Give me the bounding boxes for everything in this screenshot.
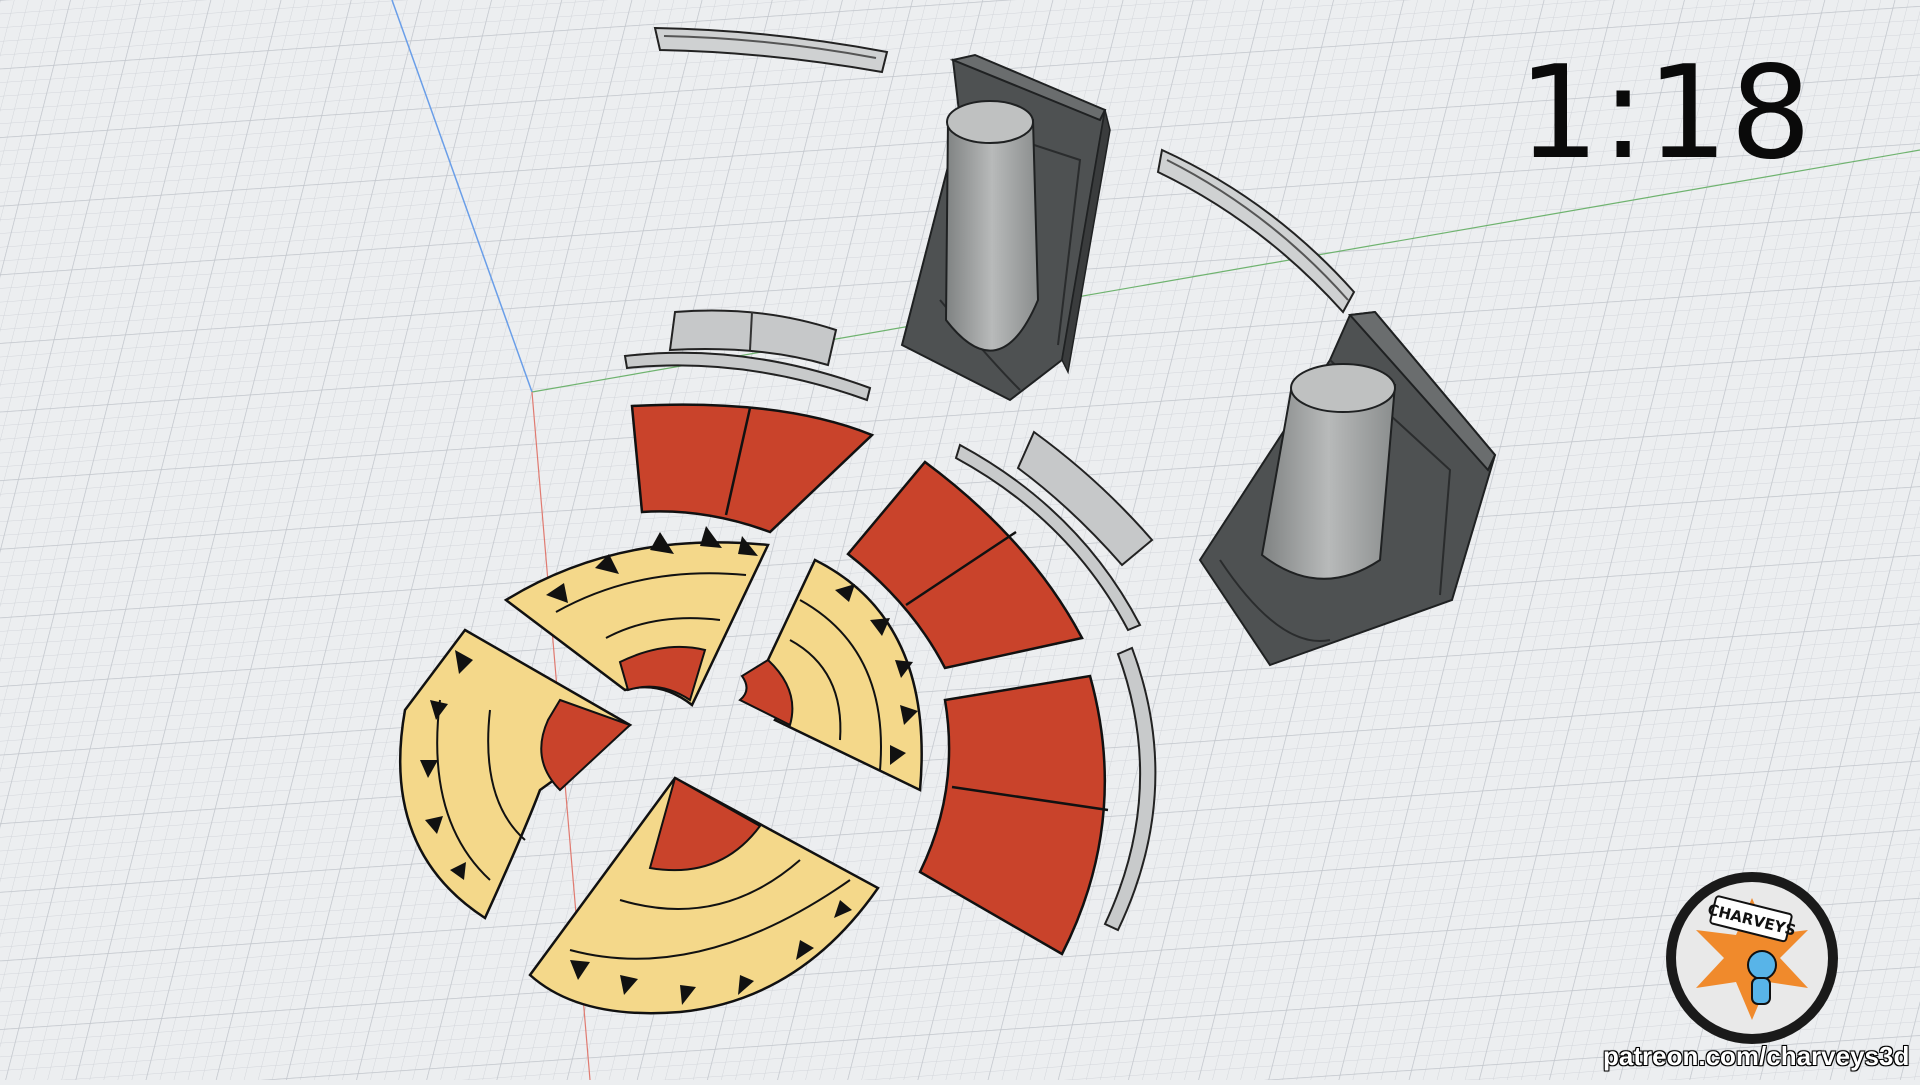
scale-label: 1:18: [1518, 39, 1814, 188]
watermark-url: patreon.com/charveys3d: [1603, 1041, 1910, 1071]
column-cylinder-1: [944, 100, 1040, 352]
logo-badge-icon: CHARVEYS: [1666, 872, 1838, 1044]
viewport-3d[interactable]: CHARVEYS 1:18 patreon.com/charveys3d: [0, 0, 1920, 1081]
